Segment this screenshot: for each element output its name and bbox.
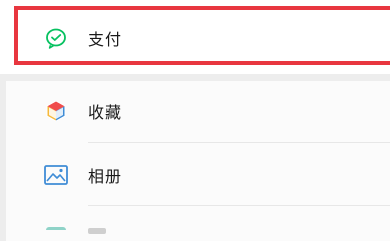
album-image-icon — [41, 160, 71, 190]
menu-item-album-label: 相册 — [88, 167, 123, 186]
wechat-pay-icon — [41, 23, 71, 53]
menu-item-pay[interactable]: 支付 — [0, 8, 390, 68]
menu-item-favorites-label: 收藏 — [88, 103, 123, 122]
divider — [88, 142, 390, 143]
menu-item-album[interactable]: 相册 — [0, 145, 390, 205]
card-icon — [46, 227, 66, 238]
divider — [88, 205, 390, 206]
menu-item-favorites[interactable]: 收藏 — [0, 81, 390, 141]
menu-item-cut-off — [88, 228, 106, 234]
favorites-cube-icon — [41, 96, 71, 126]
menu-item-pay-label: 支付 — [88, 30, 123, 49]
